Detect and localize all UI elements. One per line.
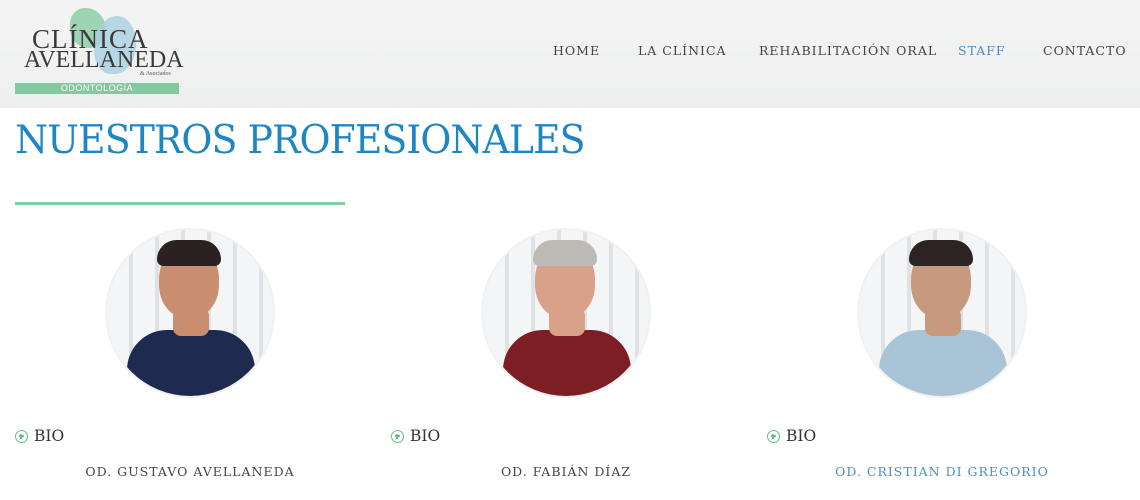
- page-title: NUESTROS PROFESIONALES: [15, 118, 586, 163]
- staff-photo: [483, 230, 649, 396]
- logo-odontologia-bar: ODONTOLOGÍA: [15, 83, 179, 94]
- bio-toggle[interactable]: BIO: [391, 426, 440, 446]
- title-divider: [15, 202, 345, 205]
- plus-circle-icon: [391, 429, 404, 443]
- staff-photo: [859, 230, 1025, 396]
- photo-hair: [533, 240, 597, 266]
- bio-toggle[interactable]: BIO: [15, 426, 64, 446]
- main-nav: HOME LA CLÍNICA REHABILITACIÓN ORAL STAF…: [0, 43, 1140, 59]
- photo-shirt: [127, 330, 255, 396]
- bio-label: BIO: [786, 427, 817, 445]
- bio-label: BIO: [34, 427, 65, 445]
- photo-hair: [909, 240, 973, 266]
- staff-card: BIO OD. CRISTIAN DI GREGORIO: [767, 230, 1097, 490]
- staff-name: OD. GUSTAVO AVELLANEDA: [85, 464, 295, 479]
- bio-label: BIO: [410, 427, 441, 445]
- staff-photo: [107, 230, 273, 396]
- logo-line-asociados: & Asociados: [140, 71, 171, 77]
- photo-hair: [157, 240, 221, 266]
- nav-la-clinica[interactable]: LA CLÍNICA: [638, 43, 727, 58]
- plus-circle-icon: [767, 429, 780, 443]
- nav-staff[interactable]: STAFF: [958, 43, 1006, 58]
- staff-name[interactable]: OD. CRISTIAN DI GREGORIO: [767, 464, 1117, 479]
- photo-shirt: [879, 330, 1007, 396]
- photo-shirt: [503, 330, 631, 396]
- site-header: CLÍNICA AVELLANEDA & Asociados ODONTOLOG…: [0, 0, 1140, 108]
- plus-circle-icon: [15, 429, 28, 443]
- nav-home[interactable]: HOME: [553, 43, 600, 58]
- staff-name: OD. FABIÁN DÍAZ: [500, 464, 632, 479]
- staff-card: BIO OD. GUSTAVO AVELLANEDA: [15, 230, 345, 490]
- nav-contacto[interactable]: CONTACTO: [1043, 43, 1127, 58]
- nav-rehabilitacion-oral[interactable]: REHABILITACIÓN ORAL: [759, 43, 937, 58]
- staff-card: BIO OD. FABIÁN DÍAZ: [391, 230, 721, 490]
- bio-toggle[interactable]: BIO: [767, 426, 816, 446]
